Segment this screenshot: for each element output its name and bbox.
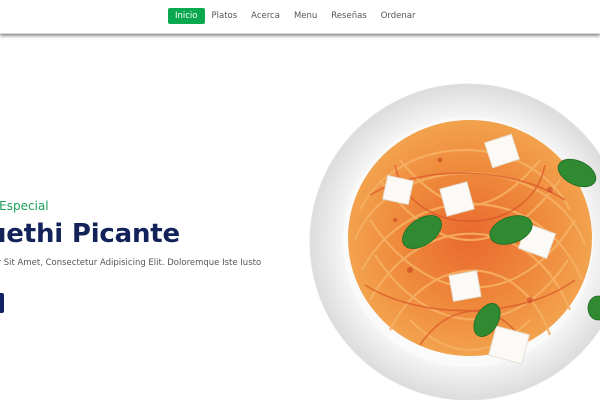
nav-item-acerca[interactable]: Acerca xyxy=(244,8,287,24)
nav-item-resenas[interactable]: Reseñas xyxy=(324,8,373,24)
hero-subtitle: o Especial xyxy=(0,199,49,213)
nav-item-inicio[interactable]: Inicio xyxy=(168,8,205,24)
order-button[interactable] xyxy=(0,293,4,313)
hero-title: uethi Picante xyxy=(0,219,180,249)
nav-item-ordenar[interactable]: Ordenar xyxy=(374,8,423,24)
nav-item-platos[interactable]: Platos xyxy=(205,8,245,24)
nav-list: Inicio Platos Acerca Menu Reseñas Ordena… xyxy=(168,8,422,24)
nav-item-menu[interactable]: Menu xyxy=(287,8,324,24)
plate-illustration xyxy=(309,83,600,400)
hero-description: lor Sit Amet, Consectetur Adipisicing El… xyxy=(0,258,262,268)
navbar: Inicio Platos Acerca Menu Reseñas Ordena… xyxy=(0,0,600,34)
spaghetti-plate-image xyxy=(300,70,600,400)
